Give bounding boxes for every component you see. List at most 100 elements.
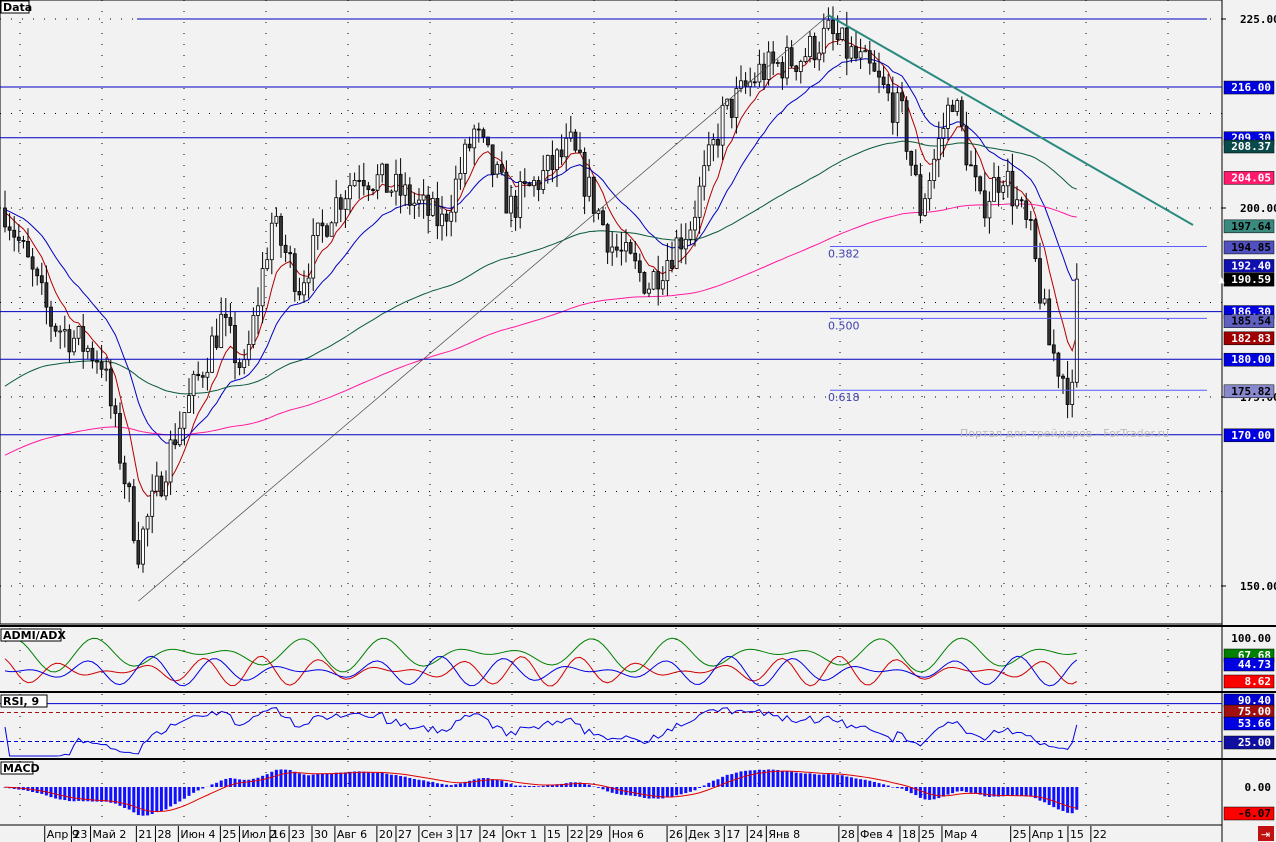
- candle-body: [173, 439, 178, 446]
- macd-bar: [445, 784, 449, 787]
- price-label: 204.05: [1231, 171, 1271, 184]
- price-label: 175.82: [1231, 385, 1271, 398]
- candle-body: [578, 149, 582, 153]
- candle-body: [398, 173, 403, 196]
- macd-bar: [1047, 787, 1051, 805]
- macd-bar: [509, 783, 513, 787]
- candle-body: [490, 144, 495, 175]
- candle-body: [886, 84, 891, 94]
- x-tick-label: 18: [902, 828, 916, 841]
- symbol-label: Data: [3, 1, 32, 14]
- candle-body: [412, 202, 417, 206]
- fibonacci-label: 0.618: [828, 391, 860, 404]
- candle-body: [53, 325, 58, 332]
- indicator-label: -6.07: [1238, 807, 1271, 820]
- macd-bar: [1024, 787, 1028, 797]
- macd-bar: [435, 783, 439, 787]
- macd-bar: [316, 773, 320, 787]
- candle-body: [969, 164, 973, 167]
- price-label: 208.37: [1231, 140, 1271, 153]
- candle-body: [867, 50, 872, 64]
- macd-bar: [790, 771, 794, 787]
- macd-bar: [141, 787, 145, 816]
- candle-body: [702, 165, 707, 187]
- candle-body: [233, 324, 237, 364]
- macd-bar: [302, 774, 306, 787]
- macd-bar: [891, 787, 895, 788]
- macd-bar: [721, 776, 725, 787]
- candle-body: [62, 329, 67, 332]
- candle-body: [808, 35, 812, 58]
- candle-body: [417, 199, 421, 204]
- candle-body: [840, 27, 845, 40]
- y-tick-label: 200.00: [1240, 202, 1276, 215]
- x-tick-label: Май 2: [93, 828, 127, 841]
- macd-bar: [132, 787, 136, 813]
- candle-body: [210, 335, 214, 373]
- price-label: 192.40: [1231, 259, 1271, 272]
- candle-body: [453, 178, 458, 213]
- x-tick-label: 22: [1093, 828, 1107, 841]
- x-tick-label: 17: [726, 828, 740, 841]
- macd-bar: [863, 779, 867, 787]
- candle-body: [992, 177, 996, 202]
- candle-body: [430, 198, 435, 216]
- candle-body: [729, 98, 734, 118]
- candle-body: [315, 222, 320, 236]
- candle-body: [21, 240, 26, 242]
- macd-bar: [219, 780, 223, 787]
- candle-body: [265, 259, 270, 269]
- macd-bar: [1066, 787, 1070, 813]
- indicator-title: MACD: [3, 762, 40, 775]
- macd-bar: [215, 782, 219, 787]
- macd-bar: [449, 785, 453, 787]
- candle-body: [463, 143, 467, 174]
- candle-body: [946, 104, 950, 129]
- macd-bar: [601, 787, 605, 790]
- macd-bar: [371, 772, 375, 787]
- macd-bar: [256, 777, 260, 787]
- price-label: 170.00: [1231, 429, 1271, 442]
- macd-bar: [233, 778, 237, 787]
- candle-body: [863, 50, 868, 53]
- macd-bar: [155, 787, 159, 813]
- candle-body: [338, 197, 343, 210]
- x-tick-label: Мар 4: [944, 828, 978, 841]
- candle-body: [1070, 381, 1075, 405]
- macd-bar: [633, 787, 637, 797]
- candle-body: [334, 197, 339, 224]
- macd-bar: [937, 787, 941, 799]
- candle-body: [1033, 219, 1038, 260]
- candle-body: [357, 179, 362, 182]
- macd-bar: [504, 782, 508, 787]
- x-tick-label: 23: [73, 828, 87, 841]
- candle-body: [1051, 344, 1056, 354]
- candle-body: [472, 128, 477, 149]
- macd-bar: [330, 773, 334, 787]
- candle-body: [821, 27, 826, 54]
- macd-bar: [638, 787, 642, 797]
- macd-bar: [932, 787, 936, 800]
- macd-bar: [785, 770, 789, 787]
- candle-body: [196, 373, 201, 377]
- candle-body: [251, 315, 256, 345]
- candle-body: [246, 344, 251, 361]
- candle-body: [219, 313, 224, 348]
- candle-body: [605, 224, 610, 253]
- macd-bar: [54, 787, 58, 799]
- candle-body: [279, 215, 283, 246]
- candle-body: [633, 252, 638, 262]
- price-label: 182.83: [1231, 332, 1271, 345]
- macd-bar: [366, 772, 370, 787]
- macd-bar: [836, 775, 840, 787]
- candle-body: [996, 177, 1001, 193]
- candle-body: [904, 100, 909, 152]
- macd-bar: [178, 787, 182, 802]
- macd-bar: [274, 769, 278, 787]
- macd-bar: [242, 779, 246, 787]
- indicator-label: 44.73: [1238, 658, 1271, 671]
- macd-bar: [905, 787, 909, 791]
- macd-bar: [629, 787, 633, 796]
- macd-bar: [422, 780, 426, 787]
- candle-body: [1038, 258, 1042, 304]
